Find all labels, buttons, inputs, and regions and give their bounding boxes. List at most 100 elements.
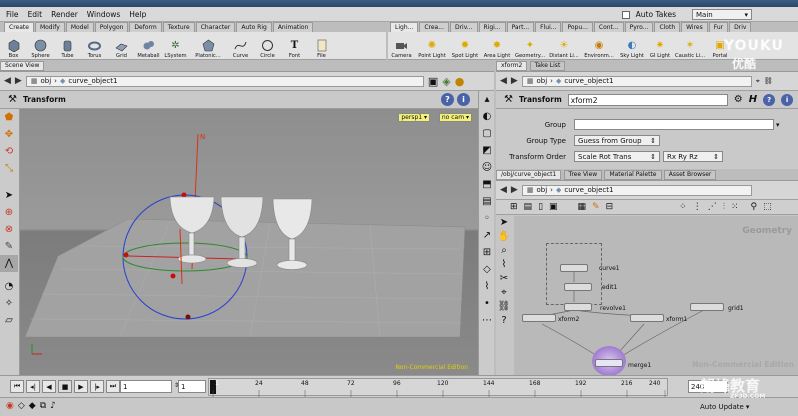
net-wire-icon[interactable]: ⌇ <box>496 257 512 271</box>
display-point-icon[interactable]: ◦ <box>479 210 495 227</box>
step-forward-icon[interactable]: |▸ <box>90 380 104 393</box>
parameter-path-bar[interactable]: ▦ obj › ◆ curve_object1 <box>521 75 752 87</box>
3d-viewport[interactable]: N persp1 ▾ no cam ▾ Non-Commercial Editi… <box>20 109 478 375</box>
path-root-obj[interactable]: obj <box>536 186 547 194</box>
path-node-curve-object[interactable]: curve_object1 <box>68 77 117 85</box>
node-grid1[interactable] <box>690 303 724 311</box>
key-remove-icon[interactable]: ◆ <box>29 401 36 411</box>
tool-camera[interactable]: Camera <box>388 33 415 59</box>
first-frame-icon[interactable]: ⏮ <box>10 380 24 393</box>
node-xform1[interactable] <box>630 314 664 322</box>
tool-distant-light[interactable]: ☀ Distant Li... <box>547 33 581 60</box>
network-sticky-icon[interactable]: ▦ <box>578 202 587 212</box>
tool-area-light[interactable]: ✸ Area Light <box>481 33 513 60</box>
shelf-tab-fur[interactable]: Fur <box>708 22 729 32</box>
auto-update-control[interactable]: Auto Update ▾ <box>700 401 749 413</box>
viewport-display-icon[interactable]: ◈ <box>442 75 450 88</box>
current-frame-field[interactable]: 1 <box>120 380 172 393</box>
audio-icon[interactable]: ♪ <box>50 401 56 411</box>
path-root-obj[interactable]: obj <box>40 77 51 85</box>
tool-sphere[interactable]: Sphere <box>27 33 54 59</box>
network-dots-icon[interactable]: ⁙ <box>731 202 739 212</box>
display-up-icon[interactable]: ▴ <box>479 91 495 108</box>
path-node-curve-object[interactable]: curve_object1 <box>564 77 613 85</box>
pin-icon[interactable]: ⌖ <box>756 77 760 86</box>
menu-file[interactable]: File <box>6 10 19 19</box>
network-note-icon[interactable]: ✎ <box>592 202 600 212</box>
group-menu-icon[interactable]: ▾ <box>776 121 780 129</box>
tool-box[interactable]: Box <box>0 33 27 59</box>
channel-icon[interactable]: ⧉ <box>40 401 46 411</box>
display-wire-icon[interactable]: ▢ <box>479 125 495 142</box>
desktop-select[interactable]: Main ▾ <box>692 9 752 20</box>
move-tool-icon[interactable]: ✥ <box>0 126 18 143</box>
key-add-icon[interactable]: ◇ <box>18 401 25 411</box>
shelf-tab-create[interactable]: Create <box>4 22 34 32</box>
display-normal-icon[interactable]: ↗ <box>479 227 495 244</box>
display-prim-icon[interactable]: ◇ <box>479 261 495 278</box>
help-label-h[interactable]: H <box>749 94 757 105</box>
shelf-tab-wires[interactable]: Wires <box>681 22 708 32</box>
tab-take-list[interactable]: Take List <box>529 61 566 71</box>
help-icon[interactable]: ? <box>441 93 454 106</box>
shelf-tab-model[interactable]: Model <box>65 22 94 32</box>
shelf-tab-particles[interactable]: Part... <box>506 22 535 32</box>
tool-file[interactable]: File <box>308 33 335 59</box>
tab-network[interactable]: /obj/curve_object1 <box>496 170 562 180</box>
net-cut-icon[interactable]: ✂ <box>496 271 512 285</box>
rotate-order-select[interactable]: Rx Ry Rz ⇕ <box>663 151 723 162</box>
forward-arrow-icon[interactable]: ▶ <box>511 185 518 195</box>
link-icon[interactable]: ⛓ <box>764 77 773 85</box>
tool-metaball[interactable]: Metaball <box>135 33 162 59</box>
viewport-camera-icon[interactable]: ▣ <box>428 75 438 88</box>
node-merge1[interactable] <box>595 359 623 367</box>
back-arrow-icon[interactable]: ◀ <box>4 76 11 86</box>
display-edge-icon[interactable]: ⌇ <box>479 278 495 295</box>
tool-circle[interactable]: Circle <box>254 33 281 59</box>
brush-tool-icon[interactable]: ✎ <box>0 238 18 255</box>
timeline[interactable]: 1 24 48 72 96 120 144 168 192 216 240 <box>208 378 668 397</box>
step-back-icon[interactable]: ◂| <box>26 380 40 393</box>
shelf-tab-character[interactable]: Character <box>195 22 236 32</box>
node-curve1[interactable] <box>560 264 588 272</box>
node-xform2[interactable] <box>522 314 556 322</box>
path-root-obj[interactable]: obj <box>536 77 547 85</box>
network-doc-icon[interactable]: ▯ <box>538 202 543 212</box>
handle-tool-icon[interactable]: ⊕ <box>0 204 18 221</box>
shelf-tab-drive[interactable]: Driv... <box>449 22 478 32</box>
auto-takes-checkbox[interactable] <box>621 10 630 19</box>
help-icon[interactable]: ? <box>763 93 776 106</box>
tool-curve[interactable]: Curve <box>227 33 254 59</box>
tool-gi-light[interactable]: ✷ GI Light <box>647 33 673 60</box>
start-frame-field[interactable]: 1 <box>178 380 206 393</box>
node-edit1[interactable] <box>564 283 592 291</box>
group-field[interactable] <box>574 119 774 130</box>
scale-tool-icon[interactable]: ⤡ <box>0 160 18 177</box>
tool-grid[interactable]: Grid <box>108 33 135 59</box>
tool-lsystem[interactable]: ✲ LSystem <box>162 33 189 60</box>
pose-tool-icon[interactable]: ⊗ <box>0 221 18 238</box>
snap-tool-icon[interactable]: ⋀ <box>0 255 18 272</box>
display-ghost-icon[interactable]: ☺ <box>479 159 495 176</box>
gear-icon[interactable]: ⚙ <box>734 94 743 105</box>
shelf-tab-animation[interactable]: Animation <box>272 22 314 32</box>
network-canvas[interactable]: Geometry curve1 edit1 revolve1 xform2 xf… <box>514 216 798 375</box>
shelf-tab-create2[interactable]: Crea... <box>419 22 449 32</box>
back-arrow-icon[interactable]: ◀ <box>500 185 507 195</box>
shelf-tab-drive2[interactable]: Driv <box>729 22 752 32</box>
network-photo-icon[interactable]: ▣ <box>549 202 558 212</box>
transform-order-select[interactable]: Scale Rot Trans ⇕ <box>574 151 660 162</box>
play-icon[interactable]: ▶ <box>74 380 88 393</box>
tool-font[interactable]: T Font <box>281 33 308 60</box>
tab-material-palette[interactable]: Material Palette <box>604 170 662 180</box>
net-link-icon[interactable]: ⛓ <box>496 299 512 313</box>
shelf-tab-populate[interactable]: Popu... <box>562 22 593 32</box>
display-shade-icon[interactable]: ◩ <box>479 142 495 159</box>
tool-platonic[interactable]: Platonic... <box>189 33 227 59</box>
tool-point-light[interactable]: ✺ Point Light <box>415 33 449 60</box>
display-vertex-icon[interactable]: • <box>479 295 495 312</box>
net-pin-icon[interactable]: ⌖ <box>496 285 512 299</box>
shelf-tab-deform[interactable]: Deform <box>129 22 162 32</box>
network-snap-icon[interactable]: ⋰ <box>708 202 717 212</box>
select-tool-icon[interactable]: ⬟ <box>0 109 18 126</box>
